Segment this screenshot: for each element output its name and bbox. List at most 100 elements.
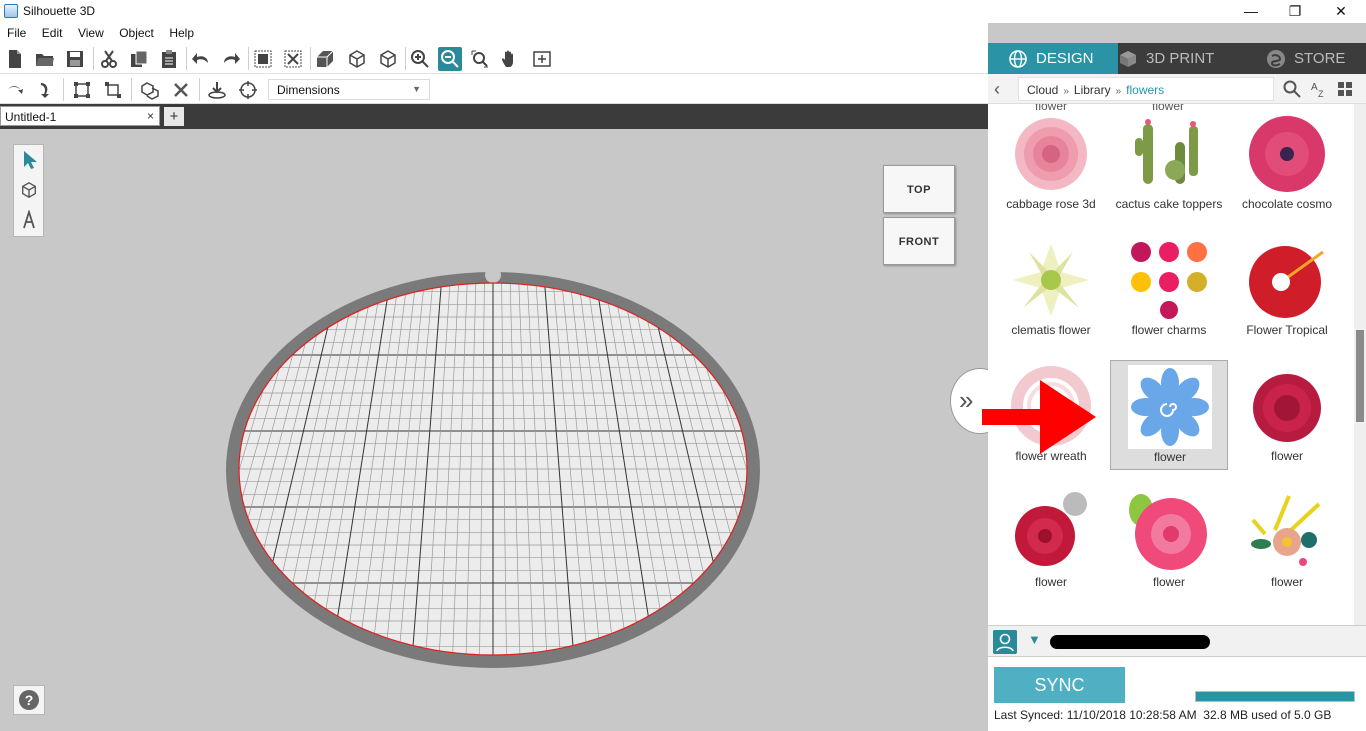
zoom-fit-icon[interactable] <box>468 47 492 71</box>
item-caption: cactus cake toppers <box>1115 197 1223 211</box>
library-item[interactable]: clematis flower <box>992 234 1110 344</box>
item-caption: clematis flower <box>1011 323 1091 337</box>
breadcrumb-cloud[interactable]: Cloud <box>1027 83 1058 97</box>
extrude-icon[interactable] <box>313 47 337 71</box>
library-item[interactable]: flower <box>1228 360 1346 470</box>
ungroup-icon[interactable] <box>281 47 305 71</box>
cube-wire-icon[interactable] <box>345 47 369 71</box>
svg-text:?: ? <box>25 692 34 708</box>
center-icon[interactable] <box>236 78 260 102</box>
rotate-down-icon[interactable] <box>33 78 57 102</box>
view-cube[interactable]: TOP FRONT <box>881 163 957 267</box>
print-bed-view[interactable] <box>0 129 988 731</box>
breadcrumb-library[interactable]: Library <box>1074 83 1111 97</box>
help-button[interactable]: ? <box>13 685 45 715</box>
globe-icon <box>1009 49 1027 68</box>
help-icon: ? <box>19 690 39 710</box>
pan-hand-icon[interactable] <box>498 47 522 71</box>
zoom-out-icon[interactable] <box>438 47 462 71</box>
close-tab-icon[interactable]: × <box>147 109 154 123</box>
menu-file[interactable]: File <box>7 23 26 40</box>
grid-view-icon[interactable] <box>1336 80 1354 98</box>
search-icon[interactable] <box>1283 80 1301 98</box>
cube-solid-icon[interactable] <box>376 47 400 71</box>
paste-icon[interactable] <box>157 47 181 71</box>
distribute-icon[interactable] <box>101 78 125 102</box>
library-item[interactable]: chocolate cosmo <box>1228 108 1346 218</box>
silhouette-3d-window: Silhouette 3D — ❐ ✕ File Edit View Objec… <box>0 0 1366 731</box>
drop-to-bed-icon[interactable] <box>205 78 229 102</box>
library-item[interactable]: Flower Tropical <box>1228 234 1346 344</box>
add-tab-button[interactable]: + <box>164 107 184 126</box>
tab-design[interactable]: DESIGN <box>988 43 1118 74</box>
library-navigation: ‹ Cloud» Library» flowers AZ <box>988 74 1366 104</box>
cube-view-icon[interactable] <box>14 175 43 205</box>
rotate-left-icon[interactable] <box>3 78 27 102</box>
library-item[interactable]: flower <box>1228 486 1346 596</box>
sync-status: Last Synced: 11/10/2018 10:28:58 AM 32.8… <box>994 708 1331 722</box>
cut-icon[interactable] <box>97 47 121 71</box>
minimize-button[interactable]: — <box>1228 0 1274 23</box>
menu-view[interactable]: View <box>78 23 104 40</box>
item-caption: flower <box>1034 575 1067 589</box>
redacted-username <box>1050 635 1210 649</box>
save-icon[interactable] <box>63 47 87 71</box>
box-icon <box>1120 50 1136 67</box>
tab-3d-print[interactable]: 3D PRINT <box>1118 43 1243 74</box>
document-tab-name: Untitled-1 <box>5 110 57 124</box>
redo-icon[interactable] <box>219 47 243 71</box>
scrollbar-thumb[interactable] <box>1356 330 1364 422</box>
user-icon[interactable] <box>993 630 1017 654</box>
tab-store[interactable]: STORE <box>1258 43 1366 74</box>
bouquet-thumbnail <box>1251 495 1321 566</box>
item-caption: chocolate cosmo <box>1241 197 1333 211</box>
account-dropdown-icon[interactable]: ▼ <box>1028 632 1041 647</box>
item-caption: flower <box>1270 575 1303 589</box>
combine-cubes-icon[interactable] <box>138 78 162 102</box>
zoom-in-icon[interactable] <box>408 47 432 71</box>
close-button[interactable]: ✕ <box>1318 0 1364 23</box>
item-caption: cabbage rose 3d <box>1006 197 1096 211</box>
view-cube-front[interactable]: FRONT <box>883 217 955 265</box>
open-folder-icon[interactable] <box>33 47 57 71</box>
sync-button[interactable]: SYNC <box>994 667 1125 703</box>
main-toolbar <box>0 43 988 74</box>
new-file-icon[interactable] <box>3 47 27 71</box>
library-item[interactable]: cabbage rose 3d <box>992 108 1110 218</box>
library-item[interactable]: flower charms <box>1110 234 1228 344</box>
pink-flower-thumbnail <box>1129 494 1207 570</box>
library-grid: flower flower cabbage rose 3d cactus cak… <box>988 104 1354 625</box>
breadcrumb-flowers[interactable]: flowers <box>1126 83 1164 97</box>
library-scrollbar[interactable] <box>1354 104 1366 625</box>
tool-panel <box>13 144 44 237</box>
text-tool-icon[interactable] <box>14 205 43 235</box>
delete-icon[interactable] <box>169 78 193 102</box>
sort-az-icon[interactable]: AZ <box>1310 80 1328 98</box>
3d-workspace[interactable] <box>0 129 988 731</box>
library-item-selected[interactable]: flower <box>1110 360 1228 470</box>
menu-help[interactable]: Help <box>169 23 194 40</box>
menu-edit[interactable]: Edit <box>42 23 63 40</box>
item-caption: Flower Tropical <box>1246 323 1328 337</box>
fit-page-icon[interactable] <box>530 47 554 71</box>
menu-object[interactable]: Object <box>119 23 154 40</box>
item-caption: flower <box>1270 449 1303 463</box>
item-caption: flower <box>1152 575 1185 589</box>
undo-icon[interactable] <box>189 47 213 71</box>
blue-flower-thumbnail <box>1128 365 1212 449</box>
view-cube-top[interactable]: TOP <box>883 165 955 213</box>
document-tab-bar: Untitled-1 × + <box>0 104 988 129</box>
document-tab[interactable]: Untitled-1 × <box>0 106 160 126</box>
back-chevron-icon[interactable]: ‹ <box>994 79 1000 100</box>
library-item[interactable]: flower <box>1110 486 1228 596</box>
align-icon[interactable] <box>70 78 94 102</box>
library-item[interactable]: flower <box>992 486 1110 596</box>
copy-icon[interactable] <box>127 47 151 71</box>
select-arrow-icon[interactable] <box>14 145 43 175</box>
group-icon[interactable] <box>251 47 275 71</box>
hibiscus-thumbnail <box>1249 246 1324 318</box>
dimensions-dropdown[interactable]: Dimensions ▼ <box>268 79 430 100</box>
maximize-button[interactable]: ❐ <box>1272 0 1318 23</box>
library-item[interactable]: cactus cake toppers <box>1110 108 1228 218</box>
tab-design-label: DESIGN <box>1036 50 1094 67</box>
